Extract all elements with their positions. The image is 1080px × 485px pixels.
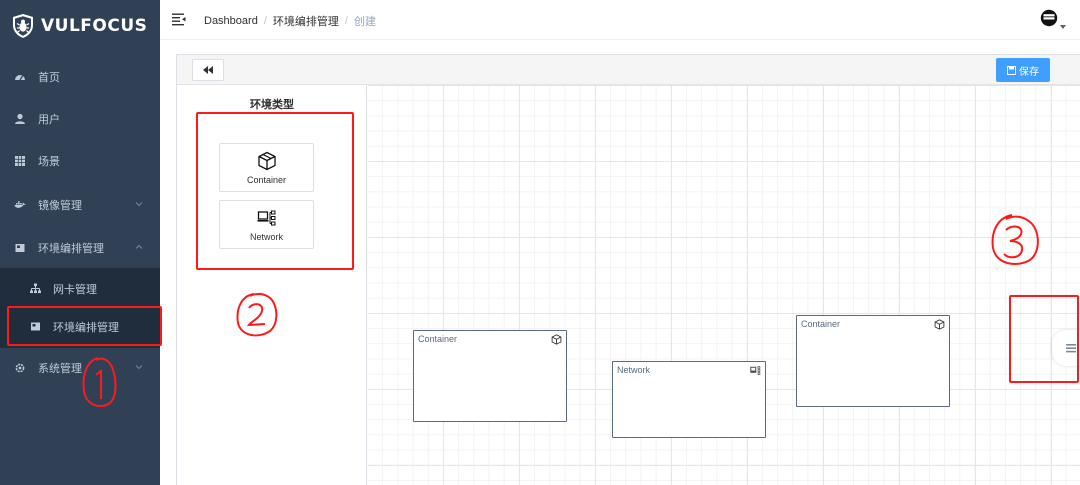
save-button-label: 保存: [1019, 66, 1039, 78]
palette-item-label: Container: [246, 174, 287, 185]
sidebar-item-label: 环境编排管理: [38, 243, 104, 255]
breadcrumb: Dashboard / 环境编排管理 / 创建: [204, 13, 376, 29]
network-icon: [750, 366, 761, 375]
hamburger-icon[interactable]: [172, 12, 186, 26]
docker-icon: [14, 199, 26, 211]
sidebar-item-label: 镜像管理: [38, 200, 82, 212]
breadcrumb-separator: /: [344, 15, 348, 27]
canvas-node-container[interactable]: Container: [796, 315, 950, 407]
cube-icon: [934, 319, 945, 330]
user-avatar-icon[interactable]: [1040, 9, 1058, 27]
dashboard-icon: [14, 71, 26, 83]
save-icon: [1007, 65, 1016, 75]
sidebar-item-images[interactable]: 镜像管理: [0, 185, 160, 225]
properties-drawer-handle[interactable]: [1052, 330, 1080, 366]
cube-icon: [257, 151, 276, 170]
breadcrumb-separator: /: [263, 15, 267, 27]
menu-lines-icon: [1066, 344, 1076, 353]
canvas-node-network[interactable]: Network: [612, 361, 766, 438]
palette-item-network[interactable]: Network: [219, 200, 314, 249]
node-title: Container: [418, 334, 458, 344]
app-root: VULFOCUS 首页 用户 场景 镜像管理 环境编排管理 网卡管理 环境编排管…: [0, 0, 1080, 485]
sidebar-item-orchestration[interactable]: 环境编排管理: [0, 228, 160, 268]
topology-editor: 保存 环境类型 Container Network Container Netw…: [176, 54, 1080, 485]
chevron-down-icon: [135, 365, 143, 370]
gear-icon: [14, 362, 26, 374]
cube-icon: [551, 334, 562, 345]
top-navbar: Dashboard / 环境编排管理 / 创建: [160, 0, 1080, 40]
submenu-orchestration: 网卡管理 环境编排管理: [0, 268, 160, 348]
collapse-palette-button[interactable]: [192, 59, 224, 81]
breadcrumb-orchestration[interactable]: 环境编排管理: [273, 13, 339, 29]
sidebar-item-label: 用户: [38, 114, 60, 126]
node-title: Network: [617, 365, 651, 375]
shield-bug-icon: [13, 14, 33, 38]
topology-canvas[interactable]: Container Network Container: [368, 85, 1080, 485]
network-icon: [257, 210, 275, 225]
chevron-up-icon: [135, 244, 143, 249]
save-button[interactable]: 保存: [996, 58, 1050, 82]
breadcrumb-current: 创建: [353, 16, 376, 28]
editor-toolbar: 保存: [177, 55, 1080, 85]
sidebar-subitem-label: 网卡管理: [53, 284, 97, 296]
double-chevron-left-icon: [203, 66, 213, 74]
sidebar-item-home[interactable]: 首页: [0, 57, 160, 97]
palette-item-label: Network: [249, 231, 283, 242]
logo[interactable]: VULFOCUS: [0, 0, 160, 52]
user-icon: [14, 113, 26, 125]
breadcrumb-dashboard[interactable]: Dashboard: [204, 15, 258, 27]
palette-panel: 环境类型 Container Network: [177, 85, 367, 485]
sidebar-item-users[interactable]: 用户: [0, 99, 160, 139]
chevron-down-icon: [135, 202, 143, 207]
brand-name: VULFOCUS: [41, 16, 148, 36]
network-tree-icon: [30, 283, 42, 295]
table-icon: [14, 155, 26, 167]
node-title: Container: [801, 319, 841, 329]
sidebar-subitem-nic-management[interactable]: 网卡管理: [0, 270, 160, 308]
sidebar-subitem-label: 环境编排管理: [53, 322, 119, 334]
layout-icon: [14, 242, 26, 254]
sidebar-item-label: 系统管理: [38, 363, 82, 375]
sidebar: VULFOCUS 首页 用户 场景 镜像管理 环境编排管理 网卡管理 环境编排管…: [0, 0, 160, 485]
sidebar-item-system[interactable]: 系统管理: [0, 348, 160, 388]
sidebar-item-label: 首页: [38, 72, 60, 84]
caret-down-icon[interactable]: [1060, 25, 1066, 29]
sidebar-subitem-orchestration[interactable]: 环境编排管理: [0, 308, 160, 346]
palette-title: 环境类型: [250, 99, 294, 111]
layout-icon: [30, 321, 42, 333]
canvas-node-container[interactable]: Container: [413, 330, 567, 422]
palette-item-container[interactable]: Container: [219, 143, 314, 192]
sidebar-item-label: 场景: [38, 156, 60, 168]
sidebar-item-scenes[interactable]: 场景: [0, 141, 160, 181]
